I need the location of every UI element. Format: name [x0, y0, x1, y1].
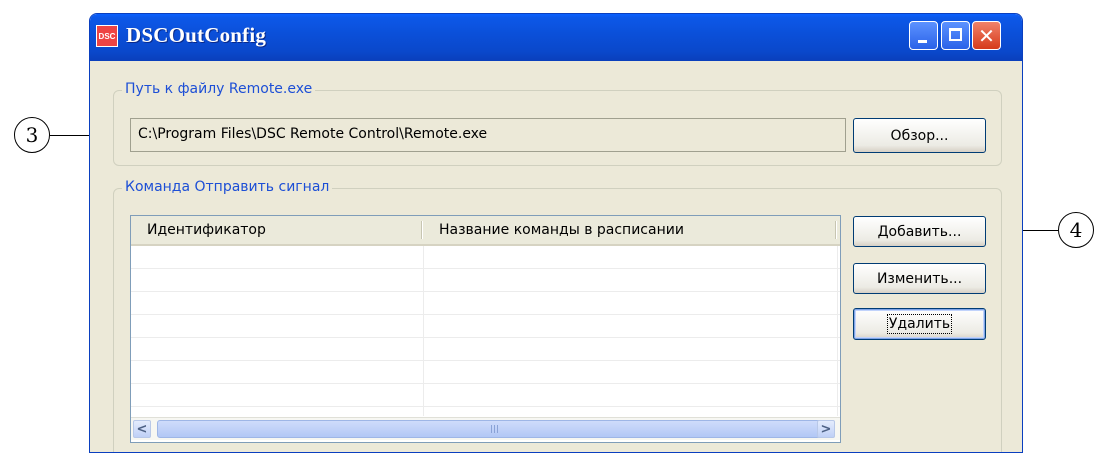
add-button[interactable]: Добавить... [853, 216, 986, 247]
grid-row-line [131, 314, 840, 315]
column-separator[interactable] [835, 221, 837, 239]
path-group-legend: Путь к файлу Remote.exe [122, 81, 316, 97]
horizontal-scrollbar[interactable]: < > [131, 417, 840, 440]
grid-column-line [423, 246, 424, 416]
delete-button[interactable]: Удалить [853, 308, 986, 340]
callout-3: 3 [14, 117, 50, 153]
title-bar[interactable]: DSC DSCOutConfig ✕ [90, 14, 1022, 61]
commands-list[interactable]: Идентификатор Название команды в расписа… [130, 215, 841, 443]
edit-button[interactable]: Изменить... [853, 263, 986, 294]
column-header-identifier[interactable]: Идентификатор [131, 216, 421, 244]
app-icon: DSC [96, 25, 118, 47]
grid-column-line [837, 246, 838, 416]
callout-4-label: 4 [1069, 218, 1083, 242]
callout-4: 4 [1058, 212, 1094, 248]
command-group-legend: Команда Отправить сигнал [122, 179, 333, 195]
scroll-thumb[interactable] [157, 420, 827, 438]
grid-row-line [131, 383, 840, 384]
scroll-right-button[interactable]: > [817, 420, 835, 438]
browse-button[interactable]: Обзор... [853, 118, 986, 153]
maximize-button[interactable] [941, 21, 970, 50]
grid-row-line [131, 291, 840, 292]
column-header-identifier-label: Идентификатор [147, 222, 266, 238]
close-icon: ✕ [978, 23, 995, 48]
scroll-grip-icon [491, 425, 499, 433]
edit-button-label: Изменить... [876, 270, 963, 287]
add-button-label: Добавить... [877, 223, 962, 240]
column-header-command-name-label: Название команды в расписании [439, 222, 684, 238]
scroll-left-icon: < [136, 421, 148, 437]
close-button[interactable]: ✕ [972, 21, 1001, 50]
minimize-button[interactable] [909, 21, 938, 50]
window-title: DSCOutConfig [126, 23, 267, 47]
delete-button-label: Удалить [886, 314, 953, 334]
list-header: Идентификатор Название команды в расписа… [131, 216, 840, 246]
maximize-icon [949, 28, 962, 41]
remote-exe-path-field[interactable]: C:\Program Files\DSC Remote Control\Remo… [130, 118, 846, 152]
scroll-right-icon: > [820, 421, 832, 437]
grid-row-line [131, 406, 840, 407]
minimize-icon [918, 40, 927, 43]
callout-3-label: 3 [25, 123, 39, 147]
grid-row-line [131, 360, 840, 361]
dialog-window: DSC DSCOutConfig ✕ Путь к файлу Remote.e… [89, 13, 1023, 453]
column-header-command-name[interactable]: Название команды в расписании [423, 216, 823, 244]
grid-row-line [131, 337, 840, 338]
browse-button-label: Обзор... [890, 127, 949, 144]
scroll-left-button[interactable]: < [133, 420, 151, 438]
grid-row-line [131, 268, 840, 269]
